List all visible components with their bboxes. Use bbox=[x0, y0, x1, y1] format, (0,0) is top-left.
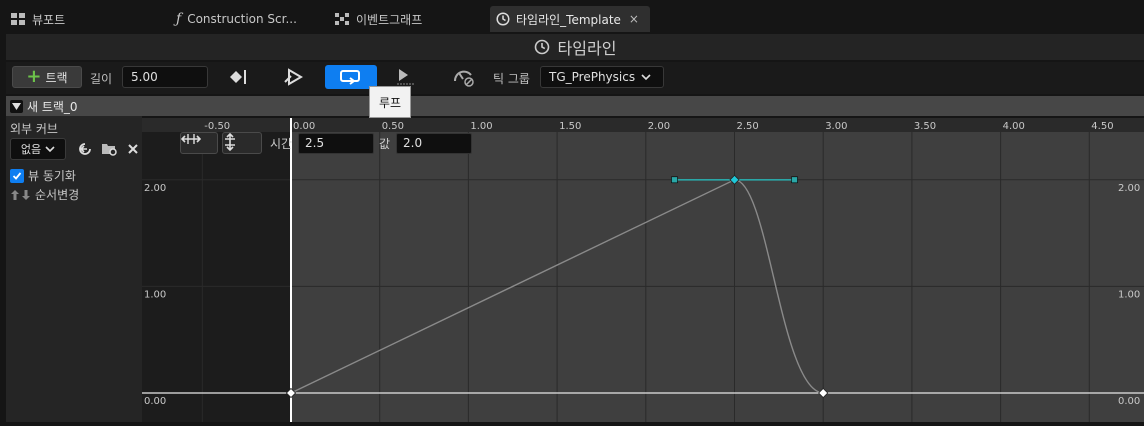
chevron-down-icon bbox=[45, 146, 55, 153]
x-tick-label: 3.50 bbox=[914, 121, 936, 132]
tab-construction-script[interactable]: ƒ Construction Scr... bbox=[170, 6, 303, 32]
y-tick-label-left: 1.00 bbox=[144, 289, 166, 300]
tangent-handle-in bbox=[671, 176, 678, 184]
length-label: 길이 bbox=[90, 72, 113, 86]
x-tick-label: 2.50 bbox=[737, 121, 759, 132]
page-title: 타임라인 bbox=[557, 39, 617, 58]
x-tick-label: 1.00 bbox=[470, 121, 492, 132]
curve-graph-canvas[interactable]: -0.50 0.00 0.50 1.00 1.50 2.00 2.50 3.00 3.50 4.0… bbox=[142, 118, 1144, 422]
move-down-icon[interactable] bbox=[21, 189, 31, 201]
time-input[interactable]: 2.5 bbox=[298, 133, 374, 154]
tab-viewport[interactable]: 뷰포트 bbox=[4, 6, 71, 32]
external-curve-dropdown[interactable]: 없음 bbox=[10, 138, 66, 160]
tick-group-value: TG_PrePhysics bbox=[549, 70, 636, 84]
viewport-grid-icon bbox=[11, 13, 25, 25]
x-tick-label: 0.00 bbox=[293, 121, 315, 132]
tick-group-label: 틱 그룹 bbox=[493, 72, 530, 86]
x-tick-label: 0.50 bbox=[382, 121, 404, 132]
ignore-time-dilation-button[interactable] bbox=[438, 65, 490, 89]
tab-event-graph[interactable]: 이벤트그래프 bbox=[328, 6, 428, 32]
keyframe-end-icon bbox=[230, 70, 246, 84]
checkmark-icon bbox=[12, 171, 22, 180]
chevron-down-icon bbox=[641, 74, 651, 81]
function-icon: ƒ bbox=[176, 11, 182, 27]
tab-label: Construction Scr... bbox=[187, 12, 297, 26]
loop-icon bbox=[340, 70, 360, 85]
tab-label: 타임라인_Template bbox=[516, 12, 621, 27]
sync-view-row[interactable]: 뷰 동기화 bbox=[10, 167, 76, 184]
y-tick-label-right: 1.00 bbox=[1118, 289, 1140, 300]
clock-icon bbox=[496, 12, 510, 26]
x-tick-label: 4.00 bbox=[1003, 121, 1025, 132]
y-tick-label-right: 0.00 bbox=[1118, 396, 1140, 407]
external-curve-row: 외부 커브 bbox=[10, 120, 58, 137]
tab-label: 뷰포트 bbox=[32, 12, 66, 27]
x-tick-label: -0.50 bbox=[204, 121, 230, 132]
event-graph-icon bbox=[335, 13, 349, 25]
zoom-to-fit-horizontal-button[interactable] bbox=[180, 132, 218, 154]
collapse-track-icon[interactable] bbox=[10, 99, 23, 113]
y-tick-label-right: 2.00 bbox=[1118, 183, 1140, 194]
y-tick-label-left: 0.00 bbox=[144, 396, 166, 407]
track-name: 새 트랙_0 bbox=[27, 99, 78, 114]
plus-icon: + bbox=[26, 66, 42, 87]
x-tick-label: 2.00 bbox=[648, 121, 670, 132]
reorder-label: 순서변경 bbox=[35, 188, 80, 202]
x-tick-label: 4.50 bbox=[1091, 121, 1113, 132]
tab-label: 이벤트그래프 bbox=[356, 12, 423, 27]
reorder-row: 순서변경 bbox=[10, 186, 79, 203]
tab-timeline-template[interactable]: 타임라인_Template × bbox=[490, 6, 650, 32]
loop-tooltip: 루프 bbox=[369, 86, 411, 118]
time-label: 시간 bbox=[270, 137, 293, 151]
curve-graph[interactable]: -0.50 0.00 0.50 1.00 1.50 2.00 2.50 3.00 3.50 4.0… bbox=[142, 118, 1144, 422]
autoplay-button[interactable] bbox=[268, 65, 320, 89]
add-track-label: 트랙 bbox=[45, 70, 68, 85]
fit-horizontal-icon bbox=[181, 134, 201, 144]
use-last-keyframe-button[interactable] bbox=[212, 65, 264, 89]
zoom-to-fit-vertical-button[interactable] bbox=[222, 132, 262, 154]
use-selected-asset-icon[interactable] bbox=[76, 140, 94, 158]
clock-icon bbox=[534, 39, 549, 55]
fit-vertical-icon bbox=[225, 133, 235, 151]
replicated-icon bbox=[397, 69, 415, 85]
tangent-handle-out bbox=[791, 176, 798, 184]
track-settings-panel: 외부 커브 없음 뷰 동기화 순서변경 bbox=[6, 116, 142, 422]
close-tab-icon[interactable]: × bbox=[629, 12, 639, 26]
track-header[interactable]: 새 트랙_0 bbox=[6, 96, 1144, 116]
external-curve-controls: 없음 bbox=[10, 138, 140, 160]
graph-background bbox=[142, 118, 1144, 422]
length-input[interactable]: 5.00 bbox=[122, 66, 208, 88]
y-tick-label-left: 2.00 bbox=[144, 183, 166, 194]
time-dilation-icon bbox=[453, 70, 474, 87]
move-up-icon[interactable] bbox=[10, 189, 20, 201]
timeline-title-bar: 타임라인 bbox=[6, 34, 1144, 60]
negative-time-region bbox=[142, 118, 291, 422]
tab-bar: 뷰포트 ƒ Construction Scr... 이벤트그래프 타임라인_Te… bbox=[0, 0, 1144, 36]
external-curve-value: 없음 bbox=[20, 143, 42, 156]
value-label: 값 bbox=[379, 137, 391, 151]
autoplay-icon bbox=[284, 68, 303, 86]
timeline-toolbar: + 트랙 길이 5.00 틱 그룹 TG_PrePhysics bbox=[6, 62, 1144, 94]
sync-view-checkbox[interactable] bbox=[10, 168, 24, 183]
external-curve-label: 외부 커브 bbox=[10, 122, 58, 136]
value-input[interactable]: 2.0 bbox=[396, 133, 472, 154]
x-tick-label: 1.50 bbox=[559, 121, 581, 132]
x-tick-label: 3.00 bbox=[825, 121, 847, 132]
browse-folder-icon[interactable] bbox=[100, 140, 118, 158]
tick-group-dropdown[interactable]: TG_PrePhysics bbox=[540, 66, 664, 88]
add-track-button[interactable]: + 트랙 bbox=[12, 66, 82, 88]
sync-view-label: 뷰 동기화 bbox=[28, 169, 76, 183]
clear-icon[interactable] bbox=[126, 142, 140, 156]
